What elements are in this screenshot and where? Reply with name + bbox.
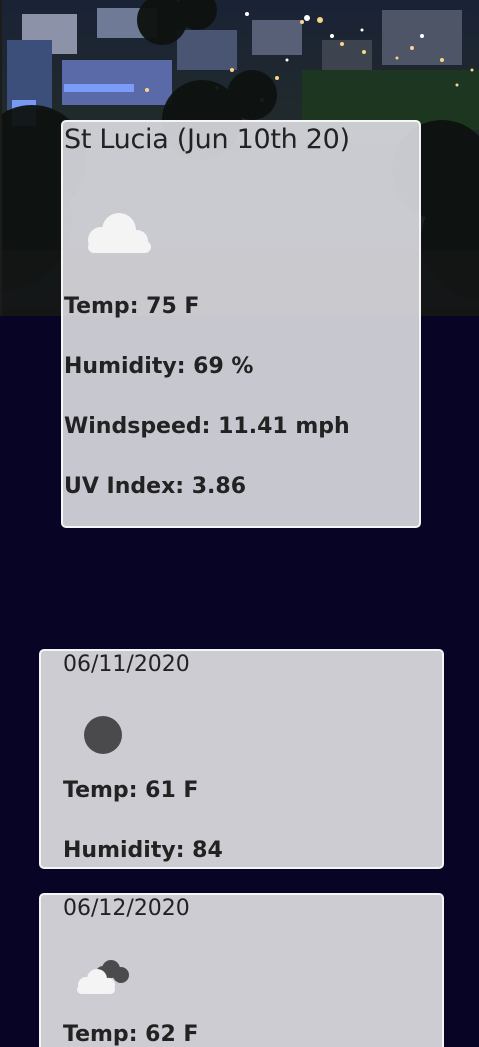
forecast-temp: Temp62 F <box>63 1022 198 1047</box>
current-weather-card: St Lucia (Jun 10th 20) Temp75 F Humidity… <box>61 120 421 528</box>
weather-page: St Lucia (Jun 10th 20) Temp75 F Humidity… <box>0 0 479 1047</box>
forecast-temp: Temp61 F <box>63 778 198 803</box>
current-humidity: Humidity69 % <box>64 354 253 379</box>
forecast-date: 06/11/2020 <box>63 652 190 677</box>
forecast-card: 06/11/2020 Temp61 F Humidity84 <box>39 649 444 869</box>
cloud-icon <box>83 208 155 260</box>
dark-circle-icon <box>83 715 123 759</box>
city-date-title: St Lucia (Jun 10th 20) <box>64 124 350 155</box>
current-windspeed: Windspeed11.41 mph <box>64 414 350 439</box>
cloud-with-dark-clouds-icon <box>73 957 133 1001</box>
forecast-date: 06/12/2020 <box>63 896 190 921</box>
forecast-card: 06/12/2020 Temp62 F <box>39 893 444 1047</box>
current-uv-index: UV Index3.86 <box>64 474 246 499</box>
forecast-humidity: Humidity84 <box>63 838 223 863</box>
current-temp: Temp75 F <box>64 294 199 319</box>
